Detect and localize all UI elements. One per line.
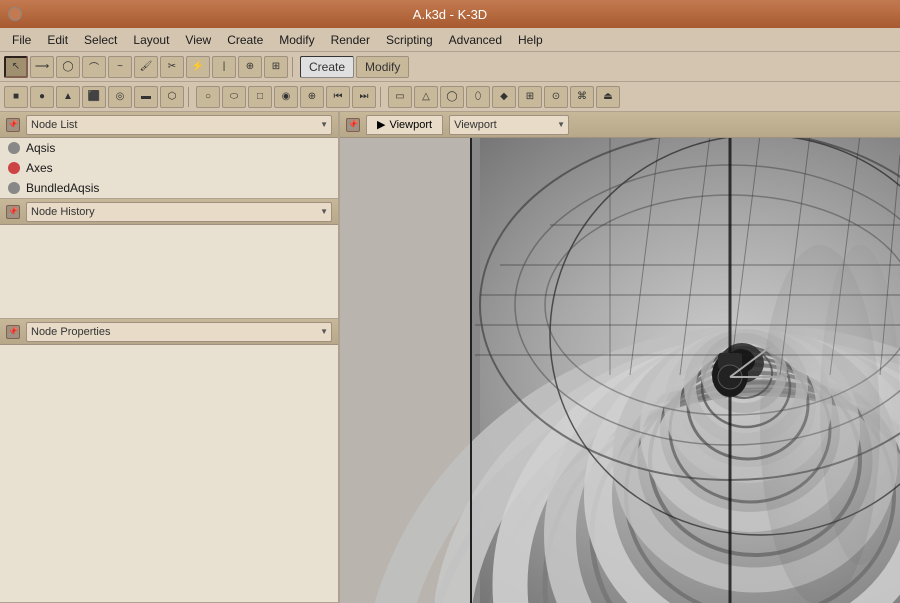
node-list-section: 📌 Node List Aqsis Axes Bu — [0, 112, 338, 199]
axes-icon — [8, 162, 20, 174]
bundled-label: BundledAqsis — [26, 181, 99, 195]
create-button[interactable]: Create — [300, 56, 354, 78]
menu-layout[interactable]: Layout — [125, 31, 177, 49]
main-area: 📌 Node List Aqsis Axes Bu — [0, 112, 900, 603]
bundled-icon — [8, 182, 20, 194]
node-list-pin[interactable]: 📌 — [6, 118, 20, 132]
node-list-content: Aqsis Axes BundledAqsis — [0, 138, 338, 198]
tool-light-rect[interactable]: ▭ — [388, 86, 412, 108]
tool-polygon[interactable]: ⬡ — [160, 86, 184, 108]
node-history-select-wrap[interactable]: Node History — [26, 202, 332, 222]
window-title: A.k3d - K-3D — [413, 7, 487, 22]
tool-square[interactable]: □ — [248, 86, 272, 108]
menu-advanced[interactable]: Advanced — [441, 31, 510, 49]
menu-file[interactable]: File — [4, 31, 39, 49]
tool-sphere[interactable]: ● — [30, 86, 54, 108]
tool-merge[interactable]: ⊕ — [238, 56, 262, 78]
tool-cube[interactable]: ■ — [4, 86, 28, 108]
node-list-select-wrap[interactable]: Node List — [26, 115, 332, 135]
tool-lasso[interactable]: ⌒ — [82, 56, 106, 78]
tool-prev[interactable]: ⏮ — [326, 86, 350, 108]
tool-ring[interactable]: ◉ — [274, 86, 298, 108]
node-history-content — [0, 225, 338, 318]
node-properties-header: 📌 Node Properties — [0, 319, 338, 345]
menu-view[interactable]: View — [177, 31, 219, 49]
tool-light-oval[interactable]: ⬯ — [466, 86, 490, 108]
toolbar-separator-3 — [380, 87, 384, 107]
tool-move[interactable]: ⟶ — [30, 56, 54, 78]
toolbar-2: ■ ● ▲ ⬛ ◎ ▬ ⬡ ○ ⬭ □ ◉ ⊕ ⏮ ⏭ ▭ △ ◯ ⬯ ◆ ⊞ … — [0, 82, 900, 112]
viewport-pin[interactable]: 📌 — [346, 118, 360, 132]
node-history-header: 📌 Node History — [0, 199, 338, 225]
tool-knife[interactable]: ⚡ — [186, 56, 210, 78]
node-properties-select[interactable]: Node Properties — [26, 322, 332, 342]
node-properties-pin[interactable]: 📌 — [6, 325, 20, 339]
node-properties-section: 📌 Node Properties — [0, 319, 338, 603]
tool-torus[interactable]: ◎ — [108, 86, 132, 108]
viewport-content[interactable]: Y — [340, 138, 900, 603]
left-panel: 📌 Node List Aqsis Axes Bu — [0, 112, 340, 603]
menu-scripting[interactable]: Scripting — [378, 31, 441, 49]
menu-render[interactable]: Render — [323, 31, 378, 49]
tool-circle-shape[interactable]: ○ — [196, 86, 220, 108]
menu-select[interactable]: Select — [76, 31, 125, 49]
axis-line — [470, 138, 472, 603]
tool-weld[interactable]: ⊞ — [264, 56, 288, 78]
node-properties-select-wrap[interactable]: Node Properties — [26, 322, 332, 342]
menu-edit[interactable]: Edit — [39, 31, 76, 49]
tool-next[interactable]: ⏭ — [352, 86, 376, 108]
tool-end[interactable]: ⏏ — [596, 86, 620, 108]
viewport-header: 📌 ▶ Viewport Viewport — [340, 112, 900, 138]
aqsis-icon — [8, 142, 20, 154]
tool-freeform[interactable]: ~ — [108, 56, 132, 78]
viewport-3d: Y — [340, 138, 900, 603]
tool-light-circle[interactable]: ◯ — [440, 86, 464, 108]
axes-label: Axes — [26, 161, 53, 175]
viewport-tab-label: Viewport — [389, 119, 432, 131]
title-bar: A.k3d - K-3D — [0, 0, 900, 28]
tool-split[interactable]: | — [212, 56, 236, 78]
toolbar-1: ↖ ⟶ ◯ ⌒ ~ 🖌 ✂ ⚡ | ⊕ ⊞ Create Modify — [0, 52, 900, 82]
tool-motion[interactable]: ⌘ — [570, 86, 594, 108]
toolbar-separator-1 — [292, 57, 296, 77]
tool-circle[interactable]: ◯ — [56, 56, 80, 78]
tool-camera[interactable]: ⊞ — [518, 86, 542, 108]
modify-button[interactable]: Modify — [356, 56, 409, 78]
node-properties-content — [0, 345, 338, 602]
menu-help[interactable]: Help — [510, 31, 551, 49]
tool-cylinder[interactable]: ⬛ — [82, 86, 106, 108]
tool-cut[interactable]: ✂ — [160, 56, 184, 78]
tool-ellipse[interactable]: ⬭ — [222, 86, 246, 108]
tool-light-tri[interactable]: △ — [414, 86, 438, 108]
tool-select-arrow[interactable]: ↖ — [4, 56, 28, 78]
viewport-tab[interactable]: ▶ Viewport — [366, 115, 443, 135]
tool-star[interactable]: ⊕ — [300, 86, 324, 108]
node-history-select[interactable]: Node History — [26, 202, 332, 222]
aqsis-label: Aqsis — [26, 141, 55, 155]
window-controls — [8, 7, 22, 21]
viewport-select[interactable]: Viewport — [449, 115, 569, 135]
node-list-header: 📌 Node List — [0, 112, 338, 138]
close-button[interactable] — [8, 7, 22, 21]
list-item[interactable]: Aqsis — [0, 138, 338, 158]
node-list-select[interactable]: Node List — [26, 115, 332, 135]
tool-light-diamond[interactable]: ◆ — [492, 86, 516, 108]
tool-cone[interactable]: ▲ — [56, 86, 80, 108]
tunnel-svg: Y — [340, 138, 900, 603]
node-history-pin[interactable]: 📌 — [6, 205, 20, 219]
node-history-section: 📌 Node History — [0, 199, 338, 319]
tool-light-spot[interactable]: ⊙ — [544, 86, 568, 108]
menu-modify[interactable]: Modify — [271, 31, 322, 49]
list-item[interactable]: BundledAqsis — [0, 178, 338, 198]
menu-create[interactable]: Create — [219, 31, 271, 49]
viewport-select-wrap[interactable]: Viewport — [449, 115, 569, 135]
list-item[interactable]: Axes — [0, 158, 338, 178]
viewport-area: 📌 ▶ Viewport Viewport — [340, 112, 900, 603]
menu-bar: File Edit Select Layout View Create Modi… — [0, 28, 900, 52]
viewport-arrow: ▶ — [377, 118, 385, 131]
toolbar-separator-2 — [188, 87, 192, 107]
tool-paint[interactable]: 🖌 — [134, 56, 158, 78]
tool-plane[interactable]: ▬ — [134, 86, 158, 108]
